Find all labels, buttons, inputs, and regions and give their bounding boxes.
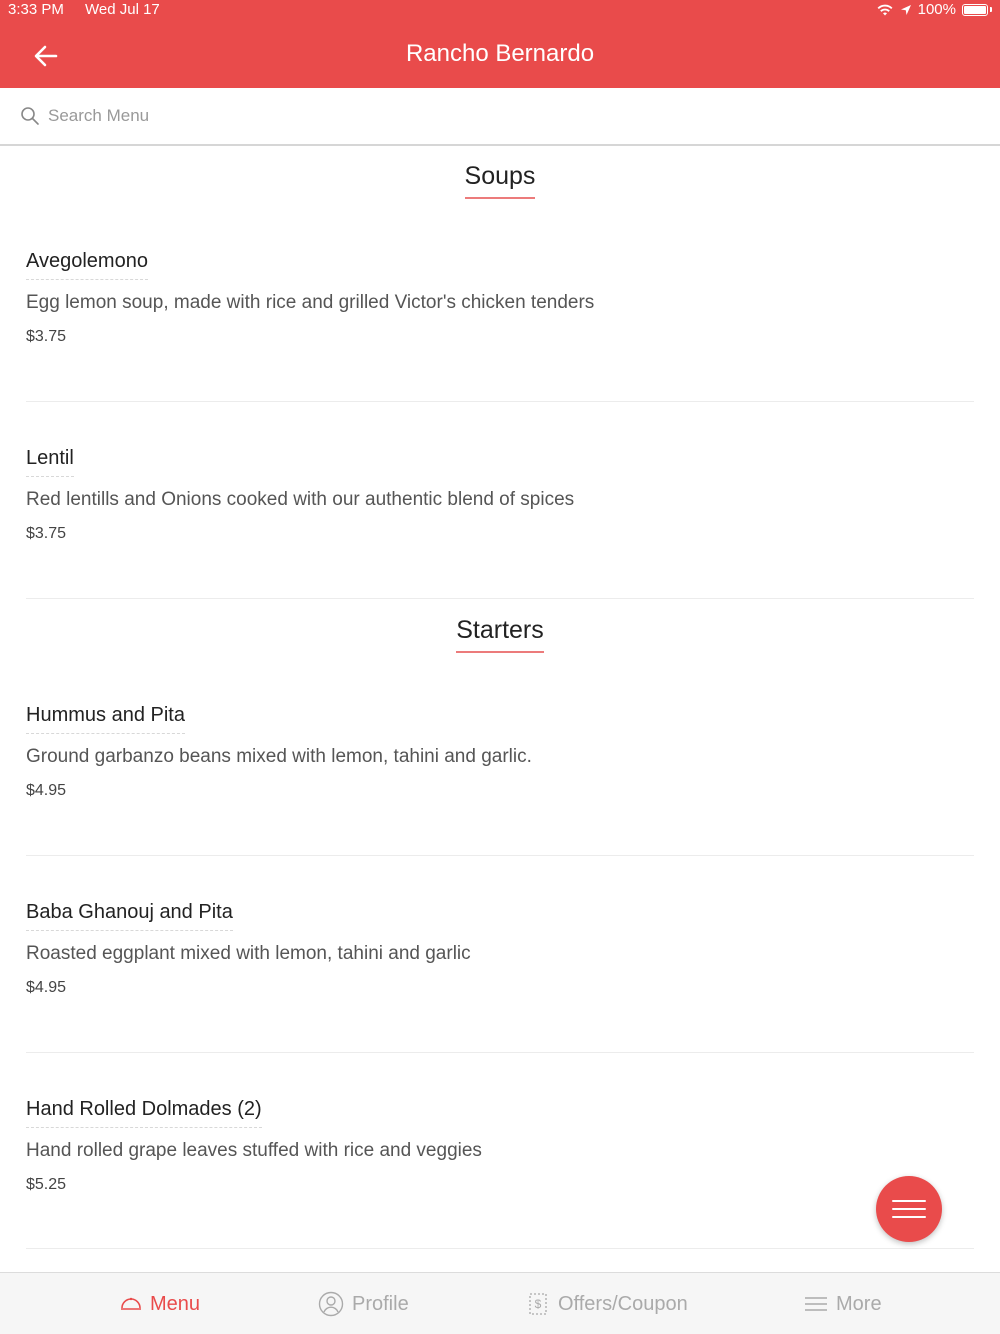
battery-percent: 100%: [917, 1, 956, 18]
status-indicators: 100%: [876, 1, 992, 18]
coupon-icon: $: [529, 1293, 547, 1315]
tab-offers-coupon[interactable]: $ Offers/Coupon: [526, 1273, 688, 1334]
section-title-text: Starters: [456, 616, 544, 653]
item-description: Red lentills and Onions cooked with our …: [26, 489, 575, 510]
divider: [26, 401, 974, 402]
list-icon: [805, 1297, 827, 1311]
item-price: $3.75: [26, 525, 67, 542]
item-price: $3.75: [26, 328, 67, 345]
svg-text:$: $: [535, 1297, 542, 1311]
menu-item[interactable]: Lentil Red lentills and Onions cooked wi…: [26, 447, 974, 543]
menu-item[interactable]: Hummus and Pita Ground garbanzo beans mi…: [26, 704, 974, 800]
wifi-icon: [877, 4, 893, 15]
item-description: Egg lemon soup, made with rice and grill…: [26, 292, 595, 313]
search-input[interactable]: [48, 102, 948, 130]
tab-label: More: [836, 1292, 882, 1315]
battery-icon: [962, 3, 988, 16]
location-arrow-icon: [900, 4, 911, 15]
tab-menu[interactable]: Menu: [120, 1273, 200, 1334]
section-title-text: Soups: [464, 162, 536, 199]
item-price: $4.95: [26, 979, 67, 996]
status-bar: 3:33 PM Wed Jul 17 100%: [0, 0, 1000, 20]
hamburger-line: [892, 1216, 926, 1218]
tab-label: Offers/Coupon: [558, 1292, 688, 1315]
item-price: $5.25: [26, 1176, 67, 1193]
divider: [26, 598, 974, 599]
search-icon: [21, 107, 39, 125]
item-name: Baba Ghanouj and Pita: [26, 901, 233, 931]
section-title-starters: Starters: [0, 616, 1000, 653]
section-title-soups: Soups: [0, 162, 1000, 199]
bottom-tab-bar: Menu Profile $ Offers/Coupon More: [0, 1272, 1000, 1334]
item-description: Ground garbanzo beans mixed with lemon, …: [26, 746, 532, 767]
dish-cloche-icon: [121, 1297, 141, 1310]
tab-label: Profile: [352, 1292, 409, 1315]
status-time: 3:33 PM: [8, 1, 64, 18]
tab-label: Menu: [150, 1292, 201, 1315]
user-circle-icon: [318, 1291, 344, 1317]
item-name: Hand Rolled Dolmades (2): [26, 1098, 262, 1128]
menu-item[interactable]: Avegolemono Egg lemon soup, made with ri…: [26, 250, 974, 346]
item-description: Roasted eggplant mixed with lemon, tahin…: [26, 943, 471, 964]
status-date: Wed Jul 17: [85, 1, 160, 18]
item-description: Hand rolled grape leaves stuffed with ri…: [26, 1140, 482, 1161]
item-name: Hummus and Pita: [26, 704, 185, 734]
menu-item[interactable]: Baba Ghanouj and Pita Roasted eggplant m…: [26, 901, 974, 997]
hamburger-menu-icon: [892, 1200, 926, 1202]
tab-profile[interactable]: Profile: [318, 1273, 409, 1334]
battery-tip: [990, 7, 992, 12]
divider: [26, 1248, 974, 1249]
app-header: 3:33 PM Wed Jul 17 100% Rancho Bernardo: [0, 0, 1000, 88]
page-title: Rancho Bernardo: [405, 40, 595, 67]
divider: [26, 855, 974, 856]
item-price: $4.95: [26, 782, 67, 799]
search-bar: [0, 88, 1000, 146]
tab-more[interactable]: More: [804, 1273, 882, 1334]
menu-item[interactable]: Hand Rolled Dolmades (2) Hand rolled gra…: [26, 1098, 974, 1194]
hamburger-line: [892, 1208, 926, 1210]
item-name: Avegolemono: [26, 250, 148, 280]
menu-fab-button[interactable]: [876, 1176, 942, 1242]
divider: [26, 1052, 974, 1053]
item-name: Lentil: [26, 447, 74, 477]
